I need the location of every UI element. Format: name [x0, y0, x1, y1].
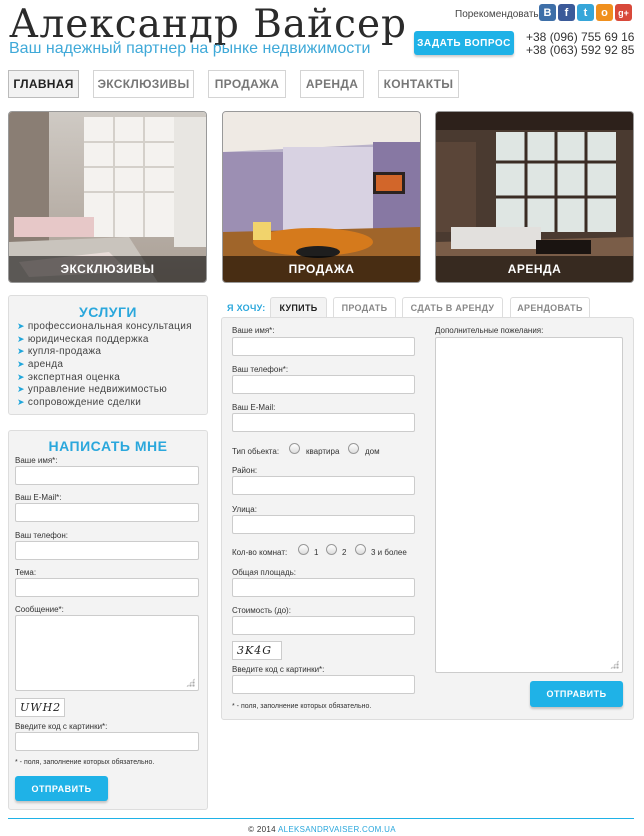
request-name-input[interactable]: [232, 337, 415, 356]
contact-phone-label: Ваш телефон:: [15, 531, 68, 540]
site-subtitle: Ваш надежный партнер на рынке недвижимос…: [9, 40, 371, 57]
request-submit-button[interactable]: ОТПРАВИТЬ: [530, 681, 623, 707]
radio-rooms-2[interactable]: [326, 544, 337, 555]
footer-copyright: © 2014: [248, 825, 276, 834]
tab-buy[interactable]: КУПИТЬ: [270, 297, 327, 318]
tile-exclusives[interactable]: ЭКСКЛЮЗИВЫ: [8, 111, 207, 283]
nav-home[interactable]: ГЛАВНАЯ: [8, 70, 79, 98]
tile-sale[interactable]: ПРОДАЖА: [222, 111, 421, 283]
request-phone-input[interactable]: [232, 375, 415, 394]
twitter-icon[interactable]: t: [577, 4, 594, 21]
tile-rent-caption: АРЕНДА: [436, 256, 633, 282]
price-input[interactable]: [232, 616, 415, 635]
request-captcha-input[interactable]: [232, 675, 415, 694]
services-title: УСЛУГИ: [78, 304, 137, 320]
arrow-right-icon: ➤: [17, 359, 25, 369]
contact-subject-input[interactable]: [15, 578, 199, 597]
tab-rent-out[interactable]: СДАТЬ В АРЕНДУ: [402, 297, 503, 318]
service-item[interactable]: ➤ сопровождение сделки: [17, 397, 141, 408]
footer-site-link[interactable]: ALEKSANDRVAISER.COM.UA: [278, 825, 396, 834]
contact-email-label: Ваш E-Mail*:: [15, 493, 62, 502]
radio-rooms-2-label: 2: [342, 548, 347, 557]
contact-submit-button[interactable]: ОТПРАВИТЬ: [15, 776, 108, 801]
contact-name-input[interactable]: [15, 466, 199, 485]
tab-sell[interactable]: ПРОДАТЬ: [333, 297, 396, 318]
service-item[interactable]: ➤ аренда: [17, 359, 63, 370]
contact-email-input[interactable]: [15, 503, 199, 522]
tile-sale-caption: ПРОДАЖА: [223, 256, 420, 282]
contact-message-label: Сообщение*:: [15, 605, 64, 614]
arrow-right-icon: ➤: [17, 397, 25, 407]
phone-1: +38 (096) 755 69 16: [526, 30, 635, 44]
nav-sale[interactable]: ПРОДАЖА: [208, 70, 286, 98]
request-captcha-label: Введите код с картинки*:: [232, 665, 325, 674]
radio-house-label: дом: [365, 447, 380, 456]
radio-apartment[interactable]: [289, 443, 300, 454]
area-label: Общая площадь:: [232, 568, 297, 577]
nav-contacts[interactable]: КОНТАКТЫ: [378, 70, 459, 98]
service-item[interactable]: ➤ управление недвижимостью: [17, 384, 167, 395]
arrow-right-icon: ➤: [17, 384, 25, 394]
street-label: Улица:: [232, 505, 257, 514]
odnoklassniki-icon[interactable]: o: [596, 4, 613, 21]
tile-exclusives-caption: ЭКСКЛЮЗИВЫ: [9, 256, 206, 282]
facebook-icon[interactable]: f: [558, 4, 575, 21]
phone-2: +38 (063) 592 92 85: [526, 43, 635, 57]
service-item[interactable]: ➤ юридическая поддержка: [17, 334, 149, 345]
contact-message-textarea[interactable]: [15, 615, 199, 691]
price-label: Стоимость (до):: [232, 606, 291, 615]
service-item[interactable]: ➤ купля-продажа: [17, 346, 101, 357]
contact-captcha-label: Введите код с картинки*:: [15, 722, 108, 731]
request-email-input[interactable]: [232, 413, 415, 432]
radio-rooms-1[interactable]: [298, 544, 309, 555]
google-plus-icon[interactable]: g+: [615, 4, 632, 21]
district-input[interactable]: [232, 476, 415, 495]
request-captcha-image: 3K4G: [232, 641, 282, 660]
arrow-right-icon: ➤: [17, 372, 25, 382]
radio-house[interactable]: [348, 443, 359, 454]
contact-captcha-input[interactable]: [15, 732, 199, 751]
footer-divider: [8, 818, 634, 819]
request-lead-label: Я ХОЧУ:: [227, 303, 266, 313]
contact-required-note: * - поля, заполнение которых обязательно…: [15, 759, 155, 766]
ask-question-button[interactable]: ЗАДАТЬ ВОПРОС: [414, 31, 514, 55]
radio-rooms-3plus-label: 3 и более: [371, 548, 407, 557]
resize-grip-icon[interactable]: [186, 678, 195, 687]
request-email-label: Ваш E-Mail:: [232, 403, 276, 412]
area-input[interactable]: [232, 578, 415, 597]
contact-subject-label: Тема:: [15, 568, 37, 577]
footer: © 2014 ALEKSANDRVAISER.COM.UA: [0, 825, 644, 834]
radio-rooms-1-label: 1: [314, 548, 319, 557]
object-type-label: Тип обьекта:: [232, 447, 280, 456]
request-phone-label: Ваш телефон*:: [232, 365, 289, 374]
contact-form-title: НАПИСАТЬ МНЕ: [48, 438, 168, 454]
wishes-label: Дополнительные пожелания:: [435, 326, 544, 335]
contact-phone-input[interactable]: [15, 541, 199, 560]
tile-rent[interactable]: АРЕНДА: [435, 111, 634, 283]
recommend-label: Порекомендовать:: [455, 9, 542, 20]
vk-icon[interactable]: B: [539, 4, 556, 21]
service-item[interactable]: ➤ экспертная оценка: [17, 372, 120, 383]
nav-rent[interactable]: АРЕНДА: [300, 70, 364, 98]
arrow-right-icon: ➤: [17, 334, 25, 344]
street-input[interactable]: [232, 515, 415, 534]
request-required-note: * - поля, заполнение которых обязательно…: [232, 703, 372, 710]
request-name-label: Ваше имя*:: [232, 326, 275, 335]
radio-rooms-3plus[interactable]: [355, 544, 366, 555]
arrow-right-icon: ➤: [17, 346, 25, 356]
district-label: Район:: [232, 466, 258, 475]
radio-apartment-label: квартира: [306, 447, 340, 456]
wishes-textarea[interactable]: [435, 337, 623, 673]
resize-grip-icon[interactable]: [610, 660, 619, 669]
tab-rent-in[interactable]: АРЕНДОВАТЬ: [510, 297, 590, 318]
arrow-right-icon: ➤: [17, 321, 25, 331]
nav-exclusives[interactable]: ЭКСКЛЮЗИВЫ: [93, 70, 194, 98]
service-item[interactable]: ➤ профессиональная консультация: [17, 321, 192, 332]
contact-captcha-image: UWH2: [15, 698, 65, 717]
contact-name-label: Ваше имя*:: [15, 456, 58, 465]
rooms-label: Кол-во комнат:: [232, 548, 288, 557]
